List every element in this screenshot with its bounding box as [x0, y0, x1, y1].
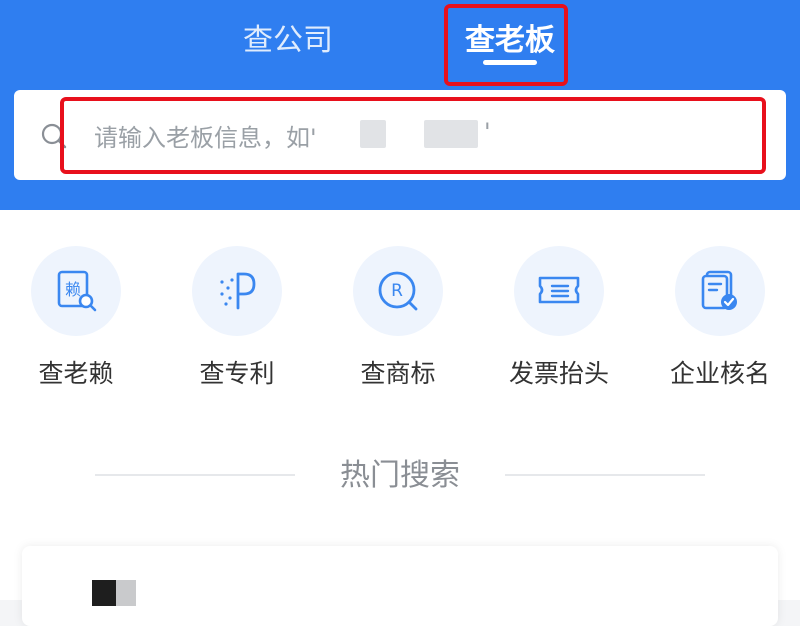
- hot-search-title: 热门搜索: [340, 458, 460, 493]
- search-highlight-box: [60, 97, 766, 174]
- tool-label: 查商标: [360, 359, 436, 388]
- tool-dishonest-debtor[interactable]: 赖 查老赖: [1, 246, 151, 390]
- svg-text:赖: 赖: [65, 280, 81, 299]
- tool-patent[interactable]: 查专利: [162, 246, 312, 390]
- patent-icon: [192, 246, 282, 336]
- dishonest-debtor-icon: 赖: [31, 246, 121, 336]
- top-header: 查公司 查老板 请输入老板信息，如' ': [0, 0, 800, 210]
- svg-text:R: R: [391, 281, 403, 301]
- hot-search-card[interactable]: [22, 546, 778, 626]
- tool-label: 查老赖: [38, 359, 114, 388]
- tab-company[interactable]: 查公司: [230, 18, 346, 68]
- tool-label: 企业核名: [669, 359, 770, 388]
- tool-trademark[interactable]: R 查商标: [323, 246, 473, 390]
- trademark-icon: R: [353, 246, 443, 336]
- tool-label: 查专利: [199, 359, 275, 388]
- main-content: 赖 查老赖 查专利 R 查商标 发票抬头 企业核名 热门搜索: [0, 210, 800, 626]
- tool-label: 发票抬头: [508, 359, 609, 388]
- avatar-redacted: [116, 580, 136, 606]
- divider-right: [505, 474, 705, 476]
- company-name-check-icon: [675, 246, 765, 336]
- invoice-icon: [514, 246, 604, 336]
- tool-invoice[interactable]: 发票抬头: [484, 246, 634, 390]
- tab-highlight-box: [444, 4, 568, 86]
- tool-company-name-check[interactable]: 企业核名: [645, 246, 795, 390]
- avatar: [92, 580, 116, 606]
